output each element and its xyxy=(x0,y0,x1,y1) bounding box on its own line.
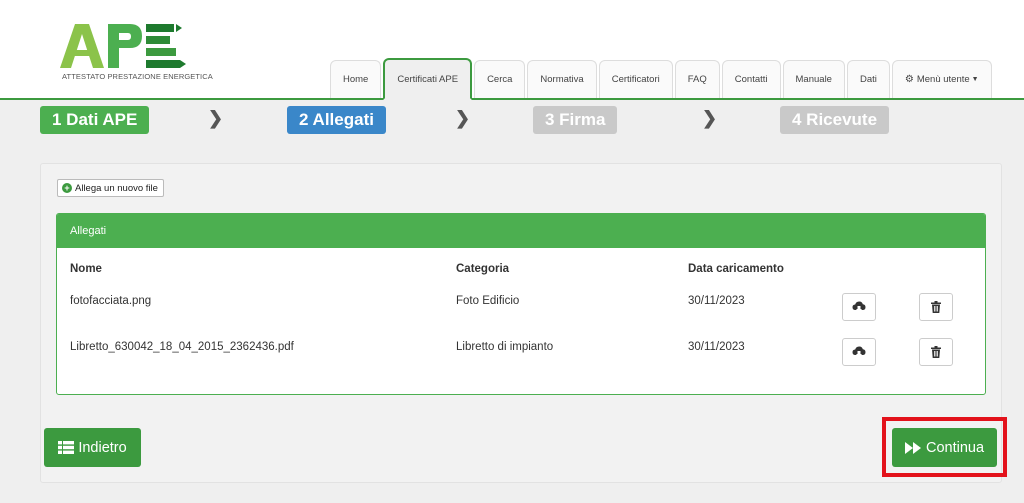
chevron-right-icon: ❯ xyxy=(455,108,471,128)
tab-manuale[interactable]: Manuale xyxy=(782,60,845,98)
chevron-right-icon: ❯ xyxy=(208,108,224,128)
column-header-name: Nome xyxy=(70,263,102,275)
caret-down-icon: ▼ xyxy=(971,76,979,83)
continue-button[interactable]: Continua xyxy=(892,428,997,467)
site-header: ATTESTATO PRESTAZIONE ENERGETICA Home Ce… xyxy=(0,0,1024,100)
delete-button[interactable] xyxy=(919,293,953,321)
add-file-button[interactable]: + Allega un nuovo file xyxy=(57,179,164,197)
attachments-panel-title: Allegati xyxy=(57,214,985,248)
tab-menu-utente[interactable]: ⚙ Menù utente ▼ xyxy=(891,60,992,98)
ape-logo[interactable]: ATTESTATO PRESTAZIONE ENERGETICA xyxy=(58,22,213,84)
list-icon xyxy=(58,441,75,454)
logo-subtitle: ATTESTATO PRESTAZIONE ENERGETICA xyxy=(62,72,213,81)
tab-home[interactable]: Home xyxy=(330,60,382,98)
row-1-date: 30/11/2023 xyxy=(688,295,745,307)
step-ricevute: 4 Ricevute xyxy=(780,106,890,134)
row-1-name: fotofacciata.png xyxy=(70,295,152,307)
tab-normativa[interactable]: Normativa xyxy=(527,60,597,98)
column-header-category: Categoria xyxy=(456,263,510,275)
trash-icon xyxy=(931,301,941,313)
cloud-download-icon xyxy=(852,301,866,313)
tab-cerca[interactable]: Cerca xyxy=(474,60,526,98)
row-2-name: Libretto_630042_18_04_2015_2362436.pdf xyxy=(70,341,294,353)
ape-logo-mark xyxy=(60,24,186,68)
plus-circle-icon: + xyxy=(62,183,72,193)
tab-certificatori[interactable]: Certificatori xyxy=(598,60,673,98)
continue-label: Continua xyxy=(925,439,985,456)
column-header-date: Data caricamento xyxy=(688,263,784,275)
tab-contatti[interactable]: Contatti xyxy=(721,60,781,98)
add-file-label: Allega un nuovo file xyxy=(75,182,158,194)
fast-forward-icon xyxy=(904,441,921,454)
delete-button[interactable] xyxy=(919,338,953,366)
download-button[interactable] xyxy=(842,293,876,321)
step-firma: 3 Firma xyxy=(533,106,618,134)
back-label: Indietro xyxy=(78,439,127,456)
gear-icon: ⚙ xyxy=(904,74,914,85)
tab-certificati-ape[interactable]: Certificati APE xyxy=(383,58,473,100)
back-button[interactable]: Indietro xyxy=(44,428,141,467)
step-allegati[interactable]: 2 Allegati xyxy=(287,106,386,134)
trash-icon xyxy=(931,346,941,358)
row-2-category: Libretto di impianto xyxy=(456,341,554,353)
tab-dati[interactable]: Dati xyxy=(846,60,890,98)
tab-faq[interactable]: FAQ xyxy=(674,60,720,98)
row-1-category: Foto Edificio xyxy=(456,295,520,307)
download-button[interactable] xyxy=(842,338,876,366)
main-nav: Home Certificati APE Cerca Normativa Cer… xyxy=(330,58,994,100)
cloud-download-icon xyxy=(852,346,866,358)
menu-utente-label: Menù utente xyxy=(916,74,970,85)
chevron-right-icon: ❯ xyxy=(702,108,718,128)
row-2-date: 30/11/2023 xyxy=(688,341,745,353)
step-dati-ape[interactable]: 1 Dati APE xyxy=(40,106,150,134)
